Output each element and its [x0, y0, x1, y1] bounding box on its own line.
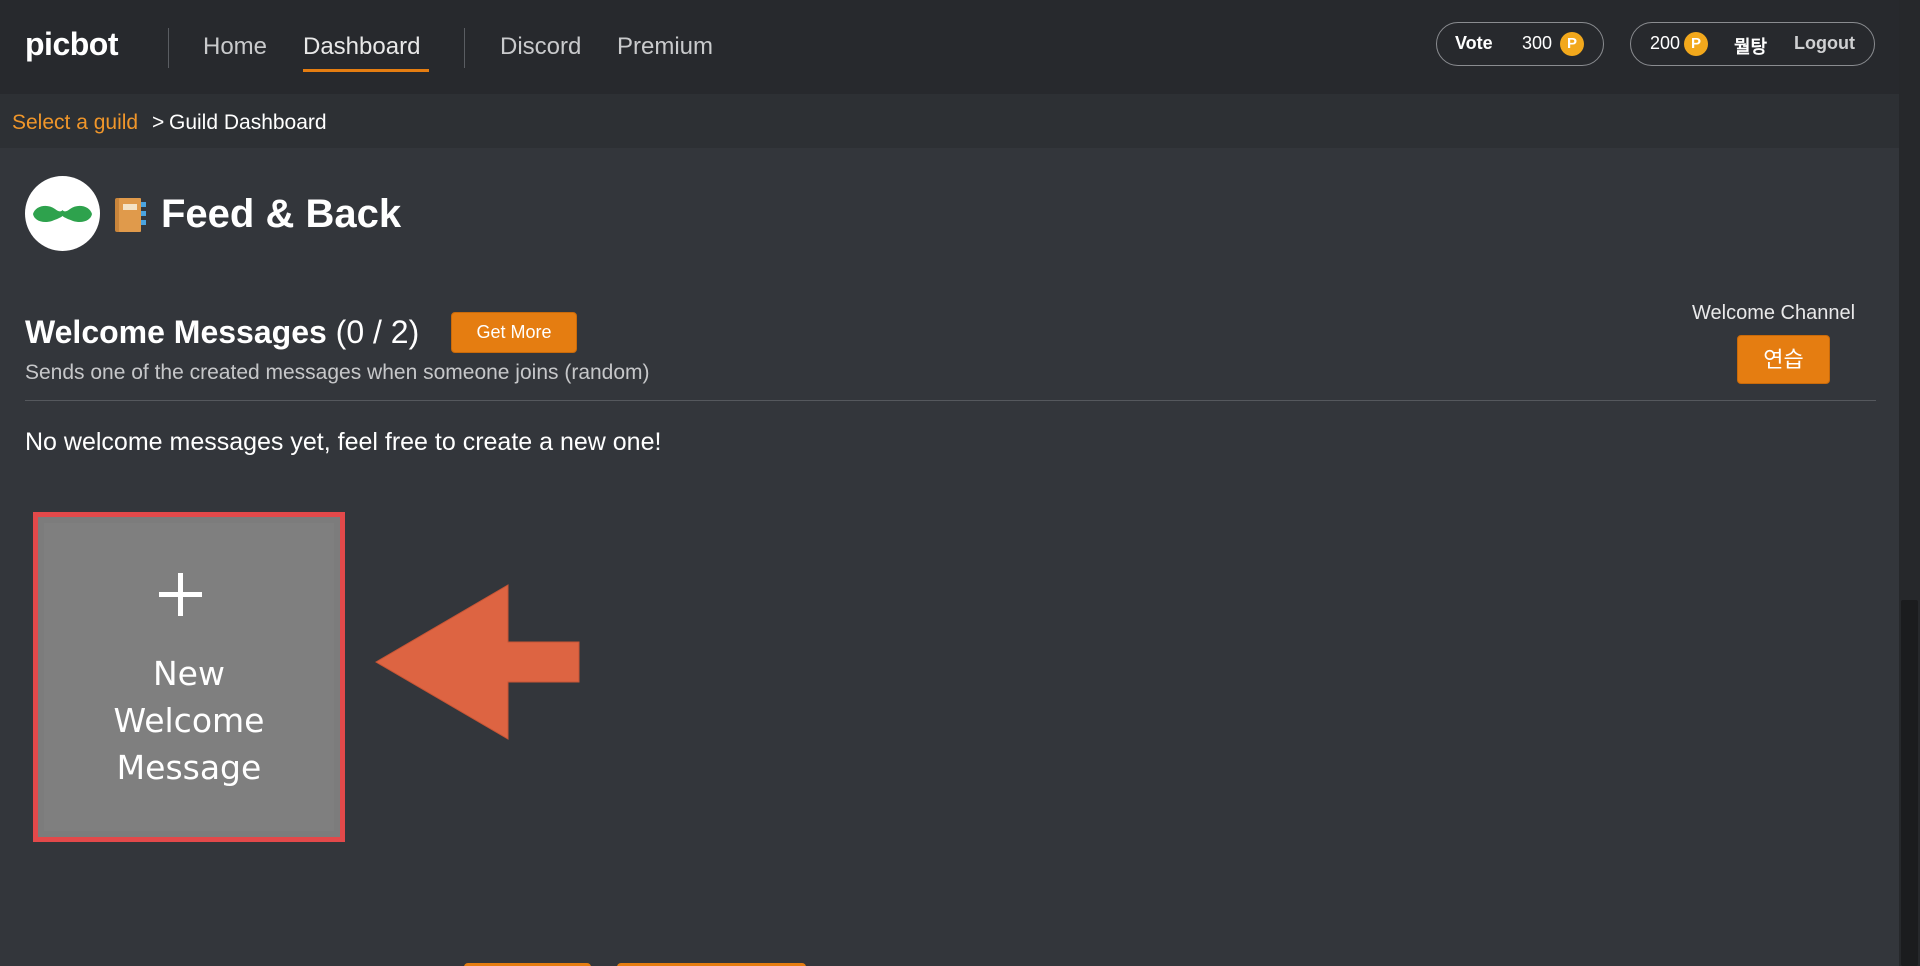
breadcrumb-current: Guild Dashboard — [169, 111, 327, 134]
empty-state-message: No welcome messages yet, feel free to cr… — [25, 428, 662, 456]
nav-link-discord[interactable]: Discord — [500, 33, 581, 61]
plus-icon — [159, 573, 202, 616]
new-card-label: New Welcome Message — [113, 654, 265, 787]
nav-divider — [168, 28, 169, 68]
nav-link-dashboard[interactable]: Dashboard — [303, 33, 420, 61]
welcome-channel-label: Welcome Channel — [1692, 302, 1856, 324]
mustache-icon — [33, 205, 92, 223]
coin-icon: P — [1560, 32, 1584, 56]
vote-points: 300 — [1522, 33, 1553, 53]
arrow-left-icon — [375, 584, 580, 740]
username[interactable]: 뭘탕 — [1734, 33, 1767, 59]
coin-icon: P — [1684, 32, 1708, 56]
welcome-title: Welcome Messages — [25, 314, 327, 350]
section-title: Welcome Messages (0 / 2) — [25, 314, 419, 351]
logo[interactable]: picbot — [25, 26, 118, 63]
welcome-count: (0 / 2) — [335, 314, 420, 350]
guild-avatar — [25, 176, 100, 251]
nav-link-home[interactable]: Home — [203, 33, 267, 61]
top-nav — [0, 0, 1899, 94]
breadcrumb-select-guild[interactable]: Select a guild — [12, 111, 138, 135]
notebook-icon — [115, 198, 146, 232]
scrollbar-thumb[interactable] — [1901, 600, 1918, 966]
breadcrumb-separator: > — [152, 111, 165, 134]
section-divider — [25, 400, 1876, 401]
logout-button[interactable]: Logout — [1794, 33, 1855, 54]
active-nav-underline — [303, 69, 429, 72]
section-subtitle: Sends one of the created messages when s… — [25, 361, 650, 384]
guild-name: Feed & Back — [161, 192, 402, 236]
vote-label: Vote — [1455, 33, 1493, 53]
welcome-channel-button[interactable]: 연습 — [1737, 335, 1830, 384]
get-more-button[interactable]: Get More — [451, 312, 577, 353]
nav-divider — [464, 28, 465, 68]
account-points: 200 — [1650, 33, 1681, 53]
nav-link-premium[interactable]: Premium — [617, 33, 713, 61]
